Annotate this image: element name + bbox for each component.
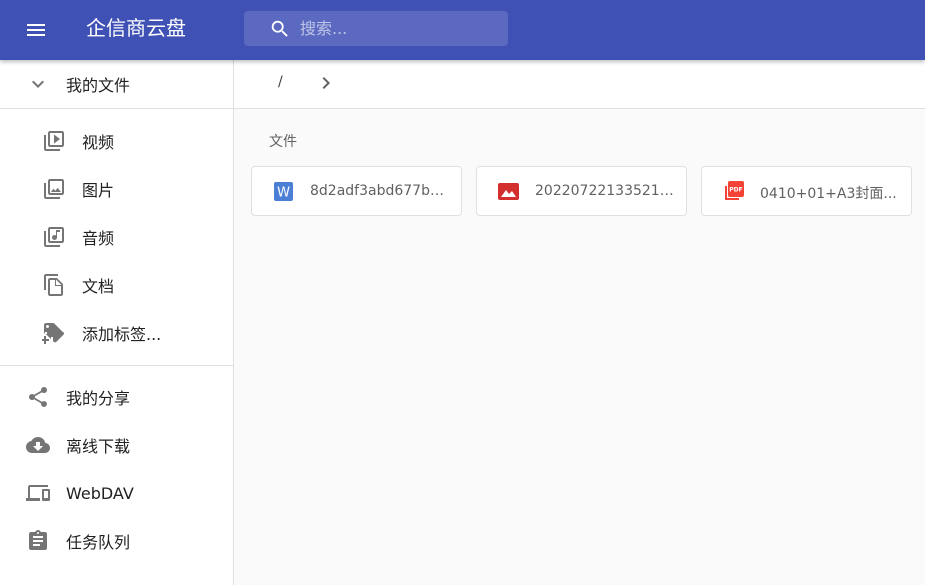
file-name: 8d2adf3abd677b6... — [310, 183, 450, 199]
app-title: 企信商云盘 — [86, 16, 186, 40]
breadcrumb: / — [234, 60, 925, 109]
sidebar-item-label: 离线下载 — [66, 437, 131, 456]
sidebar-item-label: 我的文件 — [66, 76, 131, 95]
sidebar-item-offline-download[interactable]: 离线下载 — [0, 421, 233, 469]
breadcrumb-root[interactable]: / — [278, 74, 283, 90]
sidebar-item-label: WebDAV — [66, 483, 134, 503]
sidebar-item-task-queue[interactable]: 任务队列 — [0, 517, 233, 565]
svg-text:PDF: PDF — [729, 187, 742, 194]
sidebar-item-label: 图片 — [82, 181, 115, 200]
pdf-file-icon: PDF — [723, 181, 744, 202]
divider — [0, 365, 233, 366]
image-file-icon — [498, 181, 519, 202]
divider — [0, 108, 233, 109]
search-icon — [271, 20, 288, 37]
sidebar-item-label: 我的分享 — [66, 389, 131, 408]
file-card[interactable]: PDF 0410+01+A3封面... — [701, 166, 912, 216]
chevron-down-icon — [26, 72, 50, 96]
file-copy-icon — [42, 273, 66, 297]
video-library-icon — [42, 129, 66, 153]
cloud-download-icon — [26, 433, 50, 457]
file-card[interactable]: W 8d2adf3abd677b6... — [251, 166, 462, 216]
sidebar-item-audio[interactable]: 音频 — [0, 213, 233, 261]
sidebar-item-add-tag[interactable]: 添加标签... — [0, 309, 233, 357]
file-name: 0410+01+A3封面... — [760, 186, 897, 202]
search-box[interactable] — [244, 11, 508, 46]
photo-library-icon — [42, 177, 66, 201]
chevron-right-icon[interactable] — [314, 71, 338, 95]
sidebar-item-label: 任务队列 — [66, 533, 131, 552]
sidebar-item-documents[interactable]: 文档 — [0, 261, 233, 309]
search-input[interactable] — [300, 19, 500, 38]
sidebar-item-label: 添加标签... — [82, 325, 162, 344]
svg-text:W: W — [277, 186, 290, 201]
app-bar: 企信商云盘 — [0, 0, 925, 60]
word-doc-icon: W — [273, 181, 294, 202]
sidebar-item-webdav[interactable]: WebDAV — [0, 469, 233, 517]
file-card[interactable]: 20220722133521.j... — [476, 166, 687, 216]
sidebar-item-label: 文档 — [82, 277, 115, 296]
sidebar-item-images[interactable]: 图片 — [0, 165, 233, 213]
sidebar-item-label: 音频 — [82, 229, 115, 248]
sidebar-item-my-files[interactable]: 我的文件 — [0, 60, 233, 108]
main-content: / 文件 W 8d2adf3abd677b6... 20220722133521… — [234, 60, 925, 585]
sidebar-item-video[interactable]: 视频 — [0, 117, 233, 165]
library-music-icon — [42, 225, 66, 249]
file-name: 20220722133521.j... — [535, 183, 675, 199]
devices-icon — [26, 481, 50, 505]
share-icon — [26, 385, 50, 409]
section-label-files: 文件 — [269, 134, 297, 150]
sidebar: 我的文件 视频 图片 音频 文档 添加标签... 我的分享 离线下载 WebDA… — [0, 60, 234, 585]
add-tag-icon — [42, 321, 66, 345]
sidebar-item-my-share[interactable]: 我的分享 — [0, 373, 233, 421]
assignment-icon — [26, 529, 50, 553]
menu-icon[interactable] — [24, 18, 48, 42]
sidebar-item-label: 视频 — [82, 133, 115, 152]
